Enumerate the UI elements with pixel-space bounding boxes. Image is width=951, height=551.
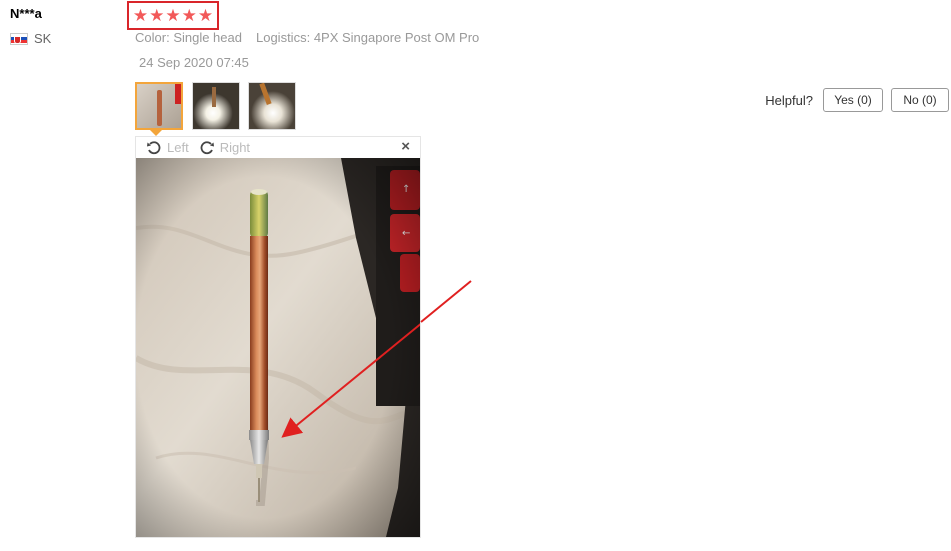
viewer-toolbar: Left Right ×: [136, 137, 420, 158]
review-meta: Color: Single head Logistics: 4PX Singap…: [135, 30, 479, 45]
color-label: Color:: [135, 30, 170, 45]
review-photo-thumbnail-2[interactable]: [192, 82, 240, 130]
rotate-right-icon: [200, 140, 214, 154]
rotate-left-label: Left: [167, 140, 189, 155]
logistics-info: Logistics: 4PX Singapore Post OM Pro: [256, 30, 479, 45]
helpful-yes-button[interactable]: Yes (0): [823, 88, 883, 112]
logistics-value: 4PX Singapore Post OM Pro: [313, 30, 480, 45]
close-icon[interactable]: ×: [401, 138, 410, 155]
photo-viewer: Left Right ×: [135, 136, 421, 538]
rotate-left-button[interactable]: Left: [146, 140, 189, 156]
review-photo-large: ↑ ←: [136, 158, 420, 537]
star-icon: ★: [149, 6, 165, 25]
star-rating: ★ ★ ★ ★ ★: [127, 1, 219, 30]
active-thumbnail-pointer: [149, 129, 163, 136]
rotate-left-icon: [147, 140, 161, 154]
reviewer-name: N***a: [10, 6, 42, 21]
review-photo-thumbnail-1[interactable]: [135, 82, 183, 130]
country-code: SK: [34, 31, 52, 46]
star-icon: ★: [132, 6, 149, 25]
star-icon: ★: [181, 6, 197, 25]
helpful-vote: Helpful? Yes (0) No (0): [765, 88, 951, 112]
helpful-no-button[interactable]: No (0): [891, 88, 949, 112]
star-icon: ★: [165, 6, 181, 25]
reviewer-country: SK: [10, 31, 51, 46]
helpful-label: Helpful?: [765, 92, 813, 108]
color-info: Color: Single head: [135, 30, 242, 45]
star-icon: ★: [197, 6, 214, 25]
rotate-right-button[interactable]: Right: [199, 140, 250, 156]
review-photo-thumbnail-3[interactable]: [248, 82, 296, 130]
logistics-label: Logistics:: [255, 30, 311, 45]
slovakia-flag-icon: [10, 32, 28, 45]
rotate-right-label: Right: [219, 140, 251, 155]
review-date: 24 Sep 2020 07:45: [139, 55, 249, 70]
color-value: Single head: [173, 30, 242, 45]
